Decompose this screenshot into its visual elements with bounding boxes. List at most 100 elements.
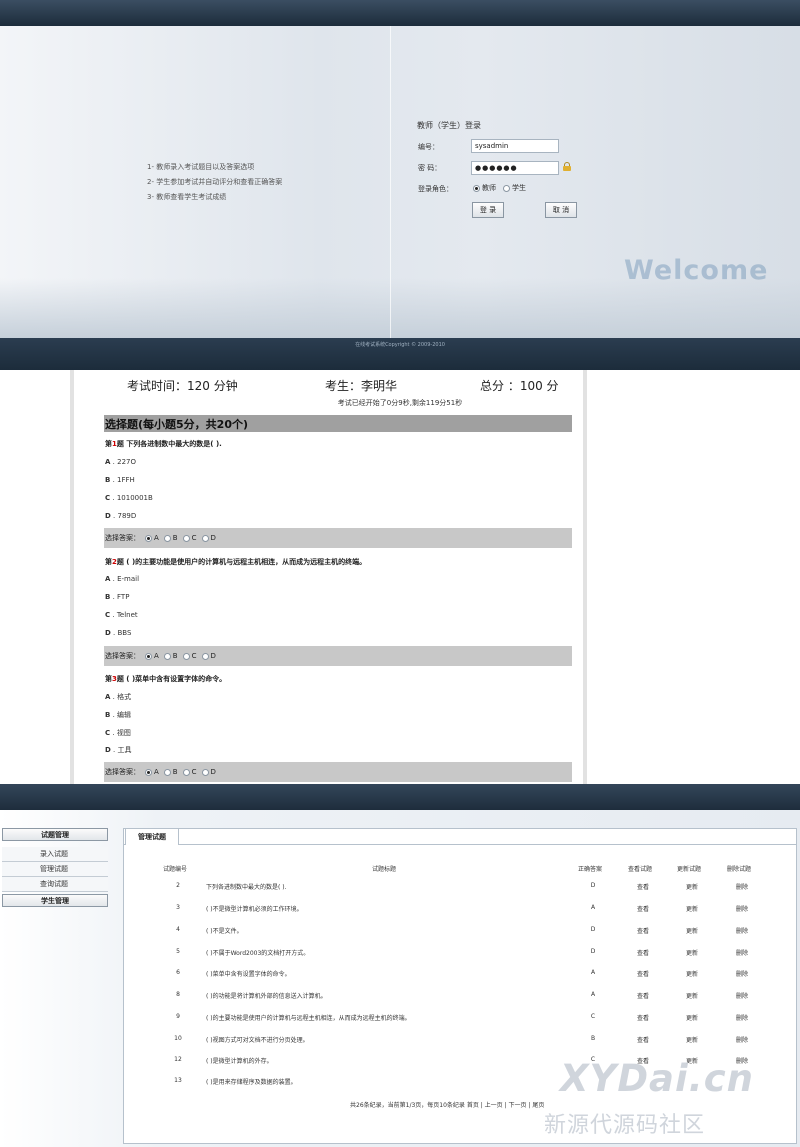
q3-radio-c[interactable] <box>182 768 190 776</box>
password-label: 密 码： <box>418 164 442 172</box>
view-link[interactable]: 查看 <box>633 948 653 957</box>
username-input[interactable]: sysadmin <box>471 139 559 153</box>
cell-title: ( )不是文件。 <box>206 928 243 935</box>
exam-paper <box>70 370 587 784</box>
cell-title: ( )的主要功能是使用户的计算机与远程主机相连，从而成为远程主机的终端。 <box>206 1015 411 1022</box>
feature-3: 3- 教师查看学生考试成绩 <box>147 193 227 201</box>
question-2-option-b: B . FTP <box>105 593 130 601</box>
copyright-text: 在线考试系统Copyright © 2009-2010 <box>355 342 445 348</box>
password-input[interactable]: ●●●●●● <box>471 161 559 175</box>
cell-id: 8 <box>176 991 180 998</box>
tab-manage-questions[interactable]: 管理试题 <box>125 828 179 845</box>
exam-screen: 考试时间：120 分钟 考生：李明华 总分 ：100 分 考试已经开始了0分9秒… <box>0 370 800 784</box>
delete-link[interactable]: 删除 <box>732 948 752 957</box>
question-3-option-a: A . 格式 <box>105 693 132 701</box>
section-title: 选择题(每小题5分，共20个) <box>105 418 249 431</box>
cancel-button[interactable]: 取 消 <box>545 202 577 218</box>
sidebar-item-manage-questions[interactable]: 管理试题 <box>2 862 108 877</box>
q1-radio-a[interactable] <box>145 534 152 542</box>
view-link[interactable]: 查看 <box>633 904 653 913</box>
update-link[interactable]: 更新 <box>682 948 702 957</box>
delete-link[interactable]: 删除 <box>732 926 752 935</box>
exam-total: 总分 ：100 分 <box>480 379 559 393</box>
exam-timer: 考试已经开始了0分9秒,剩余119分51秒 <box>337 399 463 407</box>
question-3-answer-bar: 选择答案： A B C D <box>104 762 572 782</box>
role-teacher-radio[interactable] <box>473 184 480 192</box>
delete-link[interactable]: 删除 <box>732 1013 752 1022</box>
view-link[interactable]: 查看 <box>633 1013 653 1022</box>
col-header-id: 试题编号 <box>163 866 188 873</box>
login-divider <box>390 26 391 338</box>
role-student-radio[interactable] <box>503 184 510 192</box>
view-link[interactable]: 查看 <box>633 969 653 978</box>
update-link[interactable]: 更新 <box>682 926 702 935</box>
q2-radio-b[interactable] <box>163 652 171 660</box>
q3-radio-d[interactable] <box>201 768 209 776</box>
sidebar-group-students[interactable]: 学生管理 <box>2 894 108 907</box>
update-link[interactable]: 更新 <box>682 969 702 978</box>
delete-link[interactable]: 删除 <box>732 1035 752 1044</box>
cell-id: 3 <box>176 904 180 911</box>
q2-radio-d[interactable] <box>201 652 209 660</box>
update-link[interactable]: 更新 <box>682 882 702 891</box>
delete-link[interactable]: 删除 <box>732 882 752 891</box>
cell-title: ( )不属于Word2003的文档打开方式。 <box>206 950 310 957</box>
cell-title: ( )不是微型计算机必须的工作环境。 <box>206 906 303 913</box>
role-option-student[interactable]: 学生 <box>503 183 526 193</box>
view-link[interactable]: 查看 <box>633 1035 653 1044</box>
role-student-label: 学生 <box>512 184 526 192</box>
watermark-subtitle: 新源代源码社区 <box>544 1113 706 1138</box>
question-1-option-d: D . 789D <box>105 512 137 520</box>
sidebar-item-add-question[interactable]: 录入试题 <box>2 847 108 862</box>
lock-icon <box>563 162 571 171</box>
col-header-title: 试题标题 <box>372 866 397 873</box>
col-header-delete: 删除试题 <box>727 866 752 873</box>
q1-radio-c[interactable] <box>182 534 190 542</box>
role-option-teacher[interactable]: 教师 <box>473 183 496 193</box>
login-screen: 1- 教师录入考试题目以及答案选项 2- 学生参加考试并自动评分和查看正确答案 … <box>0 0 800 370</box>
login-button[interactable]: 登 录 <box>472 202 504 218</box>
update-link[interactable]: 更新 <box>682 904 702 913</box>
question-3-option-d: D . 工具 <box>105 746 132 754</box>
view-link[interactable]: 查看 <box>633 926 653 935</box>
sidebar-group-questions[interactable]: 试题管理 <box>2 828 108 841</box>
question-2-option-d: D . BBS <box>105 629 132 637</box>
cell-id: 9 <box>176 1013 180 1020</box>
cell-answer: A <box>590 991 596 998</box>
delete-link[interactable]: 删除 <box>732 969 752 978</box>
q2-radio-a[interactable] <box>145 652 152 660</box>
delete-link[interactable]: 删除 <box>732 904 752 913</box>
username-label: 编号： <box>418 143 439 151</box>
pagination[interactable]: 共26条纪录，当前第1/3页，每页10条纪录 首页 | 上一页 | 下一页 | … <box>350 1100 544 1109</box>
delete-link[interactable]: 删除 <box>732 991 752 1000</box>
cell-title: ( )是微型计算机的外存。 <box>206 1058 273 1065</box>
question-2-answer-bar: 选择答案： A B C D <box>104 646 572 666</box>
q2-radio-c[interactable] <box>182 652 190 660</box>
cell-title: ( )视图方式可对文档不进行分页处理。 <box>206 1037 309 1044</box>
update-link[interactable]: 更新 <box>682 991 702 1000</box>
exam-time: 考试时间：120 分钟 <box>127 379 238 393</box>
cell-answer: C <box>590 1013 596 1020</box>
q3-radio-a[interactable] <box>145 768 152 776</box>
update-link[interactable]: 更新 <box>682 1035 702 1044</box>
cell-title: 下列各进制数中最大的数是( ). <box>206 884 287 891</box>
cell-id: 5 <box>176 948 180 955</box>
col-header-update: 更新试题 <box>677 866 702 873</box>
watermark-logo: XYDai.cn <box>560 1057 755 1100</box>
cell-answer: D <box>590 926 596 933</box>
cell-title: ( )是用来存储程序及数据的装置。 <box>206 1079 297 1086</box>
cell-answer: A <box>590 904 596 911</box>
view-link[interactable]: 查看 <box>633 991 653 1000</box>
cell-id: 6 <box>176 969 180 976</box>
q1-radio-d[interactable] <box>201 534 209 542</box>
sidebar-item-search-questions[interactable]: 查询试题 <box>2 877 108 892</box>
feature-2: 2- 学生参加考试并自动评分和查看正确答案 <box>147 178 283 186</box>
cell-id: 12 <box>174 1056 182 1063</box>
q1-radio-b[interactable] <box>163 534 171 542</box>
login-background <box>0 26 800 338</box>
login-top-bar <box>0 0 800 26</box>
q3-radio-b[interactable] <box>163 768 171 776</box>
update-link[interactable]: 更新 <box>682 1013 702 1022</box>
cell-id: 13 <box>174 1077 182 1084</box>
view-link[interactable]: 查看 <box>633 882 653 891</box>
